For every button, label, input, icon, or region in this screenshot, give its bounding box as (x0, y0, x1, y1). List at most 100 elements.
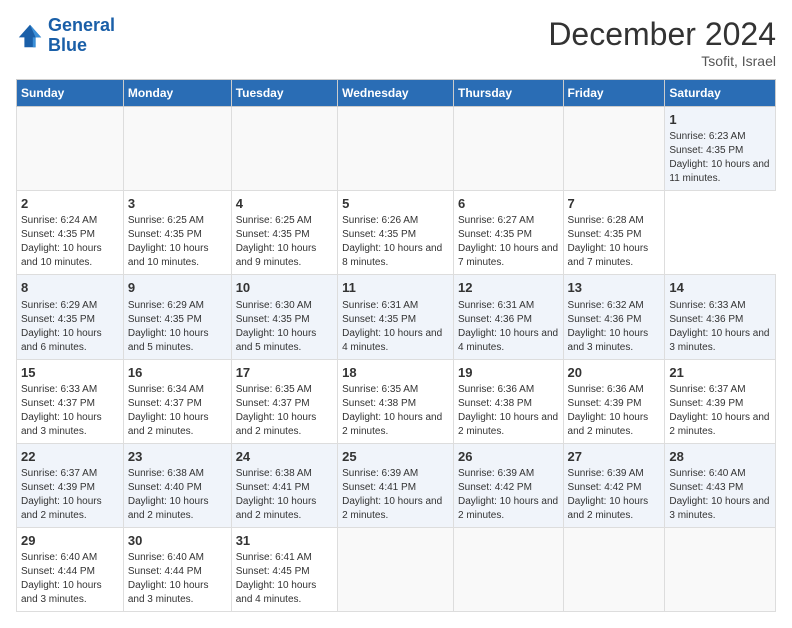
day-number: 27 (568, 448, 661, 466)
day-number: 26 (458, 448, 559, 466)
day-number: 24 (236, 448, 333, 466)
day-info: Sunrise: 6:37 AMSunset: 4:39 PMDaylight:… (669, 383, 771, 439)
day-info: Sunrise: 6:35 AMSunset: 4:38 PMDaylight:… (342, 383, 449, 439)
calendar-cell (454, 527, 564, 611)
day-info: Sunrise: 6:30 AMSunset: 4:35 PMDaylight:… (236, 299, 333, 355)
day-info: Sunrise: 6:29 AMSunset: 4:35 PMDaylight:… (21, 299, 119, 355)
day-number: 7 (568, 195, 661, 213)
calendar-cell: 3Sunrise: 6:25 AMSunset: 4:35 PMDaylight… (123, 191, 231, 275)
day-info: Sunrise: 6:39 AMSunset: 4:42 PMDaylight:… (568, 467, 661, 523)
day-number: 28 (669, 448, 771, 466)
calendar-cell (231, 107, 337, 191)
calendar-cell: 14 Sunrise: 6:33 AMSunset: 4:36 PMDayligh… (665, 275, 776, 359)
day-number: 23 (128, 448, 227, 466)
calendar-cell: 19Sunrise: 6:36 AMSunset: 4:38 PMDayligh… (454, 359, 564, 443)
day-info: Sunrise: 6:38 AMSunset: 4:40 PMDaylight:… (128, 467, 227, 523)
day-info: Sunrise: 6:25 AMSunset: 4:35 PMDaylight:… (236, 214, 333, 270)
calendar-cell (338, 107, 454, 191)
header-day: Wednesday (338, 80, 454, 107)
logo-text: General Blue (48, 16, 115, 56)
week-row: 2Sunrise: 6:24 AMSunset: 4:35 PMDaylight… (17, 191, 776, 275)
calendar-cell: 12 Sunrise: 6:31 AMSunset: 4:36 PMDayligh… (454, 275, 564, 359)
week-row: 29Sunrise: 6:40 AMSunset: 4:44 PMDayligh… (17, 527, 776, 611)
calendar-cell (123, 107, 231, 191)
day-number: 16 (128, 364, 227, 382)
header-day: Saturday (665, 80, 776, 107)
calendar-cell: 28Sunrise: 6:40 AMSunset: 4:43 PMDayligh… (665, 443, 776, 527)
day-number: 10 (236, 279, 333, 297)
day-info: Sunrise: 6:25 AMSunset: 4:35 PMDaylight:… (128, 214, 227, 270)
day-number: 21 (669, 364, 771, 382)
day-number: 30 (128, 532, 227, 550)
day-number: 19 (458, 364, 559, 382)
week-row: 8Sunrise: 6:29 AMSunset: 4:35 PMDaylight… (17, 275, 776, 359)
day-number: 9 (128, 279, 227, 297)
week-row: 1Sunrise: 6:23 AMSunset: 4:35 PMDaylight… (17, 107, 776, 191)
calendar-cell: 23Sunrise: 6:38 AMSunset: 4:40 PMDayligh… (123, 443, 231, 527)
day-number: 13 (568, 279, 661, 297)
calendar-cell: 18Sunrise: 6:35 AMSunset: 4:38 PMDayligh… (338, 359, 454, 443)
location: Tsofit, Israel (548, 53, 776, 69)
day-info: Sunrise: 6:28 AMSunset: 4:35 PMDaylight:… (568, 214, 661, 270)
calendar-cell: 2Sunrise: 6:24 AMSunset: 4:35 PMDaylight… (17, 191, 124, 275)
day-number: 5 (342, 195, 449, 213)
logo-icon (16, 22, 44, 50)
calendar-cell (338, 527, 454, 611)
calendar-cell (563, 527, 665, 611)
day-number: 6 (458, 195, 559, 213)
day-number: 1 (669, 111, 771, 129)
logo: General Blue (16, 16, 115, 56)
calendar-table: SundayMondayTuesdayWednesdayThursdayFrid… (16, 79, 776, 612)
day-info: Sunrise: 6:39 AMSunset: 4:41 PMDaylight:… (342, 467, 449, 523)
day-info: Sunrise: 6:40 AMSunset: 4:44 PMDaylight:… (21, 551, 119, 607)
day-info: Sunrise: 6:39 AMSunset: 4:42 PMDaylight:… (458, 467, 559, 523)
day-number: 25 (342, 448, 449, 466)
day-number: 17 (236, 364, 333, 382)
day-info: Sunrise: 6:36 AMSunset: 4:38 PMDaylight:… (458, 383, 559, 439)
header-day: Thursday (454, 80, 564, 107)
calendar-cell: 22Sunrise: 6:37 AMSunset: 4:39 PMDayligh… (17, 443, 124, 527)
calendar-cell (563, 107, 665, 191)
calendar-cell: 8Sunrise: 6:29 AMSunset: 4:35 PMDaylight… (17, 275, 124, 359)
calendar-cell (17, 107, 124, 191)
calendar-cell: 7Sunrise: 6:28 AMSunset: 4:35 PMDaylight… (563, 191, 665, 275)
calendar-cell: 30Sunrise: 6:40 AMSunset: 4:44 PMDayligh… (123, 527, 231, 611)
calendar-cell: 5Sunrise: 6:26 AMSunset: 4:35 PMDaylight… (338, 191, 454, 275)
day-info: Sunrise: 6:41 AMSunset: 4:45 PMDaylight:… (236, 551, 333, 607)
calendar-cell: 6Sunrise: 6:27 AMSunset: 4:35 PMDaylight… (454, 191, 564, 275)
calendar-cell: 31Sunrise: 6:41 AMSunset: 4:45 PMDayligh… (231, 527, 337, 611)
day-info: Sunrise: 6:32 AMSunset: 4:36 PMDaylight:… (568, 299, 661, 355)
calendar-cell: 24Sunrise: 6:38 AMSunset: 4:41 PMDayligh… (231, 443, 337, 527)
calendar-cell: 27Sunrise: 6:39 AMSunset: 4:42 PMDayligh… (563, 443, 665, 527)
day-number: 3 (128, 195, 227, 213)
day-info: Sunrise: 6:33 AMSunset: 4:36 PMDaylight:… (669, 299, 771, 355)
day-number: 22 (21, 448, 119, 466)
day-info: Sunrise: 6:36 AMSunset: 4:39 PMDaylight:… (568, 383, 661, 439)
calendar-cell: 1Sunrise: 6:23 AMSunset: 4:35 PMDaylight… (665, 107, 776, 191)
day-info: Sunrise: 6:27 AMSunset: 4:35 PMDaylight:… (458, 214, 559, 270)
day-info: Sunrise: 6:24 AMSunset: 4:35 PMDaylight:… (21, 214, 119, 270)
header-day: Tuesday (231, 80, 337, 107)
day-info: Sunrise: 6:31 AMSunset: 4:36 PMDaylight:… (458, 299, 559, 355)
title-block: December 2024 Tsofit, Israel (548, 16, 776, 69)
week-row: 15Sunrise: 6:33 AMSunset: 4:37 PMDayligh… (17, 359, 776, 443)
calendar-cell: 15Sunrise: 6:33 AMSunset: 4:37 PMDayligh… (17, 359, 124, 443)
day-info: Sunrise: 6:33 AMSunset: 4:37 PMDaylight:… (21, 383, 119, 439)
calendar-cell: 16Sunrise: 6:34 AMSunset: 4:37 PMDayligh… (123, 359, 231, 443)
calendar-cell: 20Sunrise: 6:36 AMSunset: 4:39 PMDayligh… (563, 359, 665, 443)
header-row: SundayMondayTuesdayWednesdayThursdayFrid… (17, 80, 776, 107)
day-info: Sunrise: 6:23 AMSunset: 4:35 PMDaylight:… (669, 130, 771, 186)
calendar-cell (454, 107, 564, 191)
calendar-cell: 17Sunrise: 6:35 AMSunset: 4:37 PMDayligh… (231, 359, 337, 443)
calendar-cell: 25Sunrise: 6:39 AMSunset: 4:41 PMDayligh… (338, 443, 454, 527)
day-info: Sunrise: 6:29 AMSunset: 4:35 PMDaylight:… (128, 299, 227, 355)
day-number: 14 (669, 279, 771, 297)
day-number: 12 (458, 279, 559, 297)
day-number: 4 (236, 195, 333, 213)
calendar-cell: 13 Sunrise: 6:32 AMSunset: 4:36 PMDayligh… (563, 275, 665, 359)
calendar-cell: 26Sunrise: 6:39 AMSunset: 4:42 PMDayligh… (454, 443, 564, 527)
day-info: Sunrise: 6:37 AMSunset: 4:39 PMDaylight:… (21, 467, 119, 523)
day-number: 18 (342, 364, 449, 382)
calendar-cell: 29Sunrise: 6:40 AMSunset: 4:44 PMDayligh… (17, 527, 124, 611)
header-day: Sunday (17, 80, 124, 107)
